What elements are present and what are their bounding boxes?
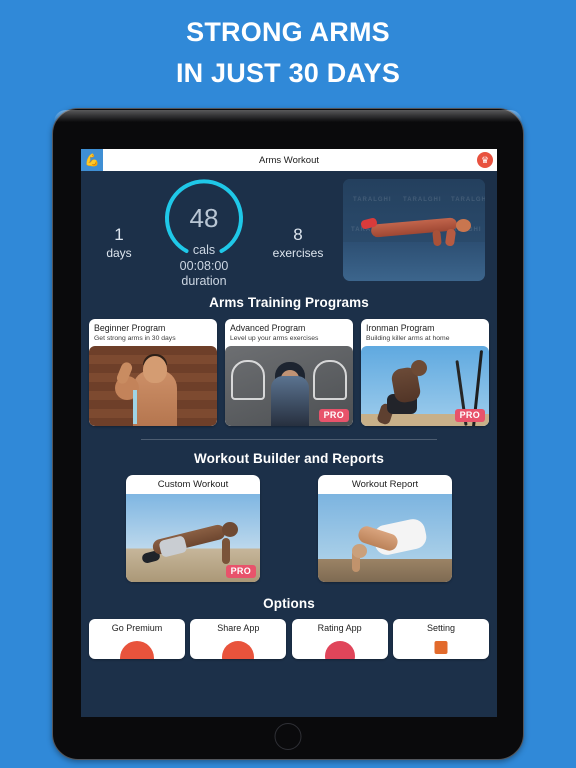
pro-badge: PRO: [225, 565, 256, 578]
tablet-screen: 💪 Arms Workout ♛ 1 days 48 cals 00:08:00…: [81, 149, 497, 717]
stat-days-value: 1: [114, 225, 124, 244]
app-title-bar: 💪 Arms Workout ♛: [81, 149, 497, 171]
programs-section-title: Arms Training Programs: [209, 295, 369, 310]
home-button[interactable]: [274, 723, 302, 750]
stat-exercises: 8 exercises: [255, 225, 341, 261]
hero-watermark: TARALGHI: [353, 197, 392, 203]
program-subtitle: Building killer arms at home: [366, 335, 450, 342]
hero-floor: [343, 242, 485, 281]
custom-workout-image: PRO: [126, 494, 260, 582]
options-card-row: Go Premium Share App Rating App Setting: [81, 619, 497, 659]
program-card-header: Advanced Program Level up your arms exer…: [225, 319, 353, 346]
option-label: Rating App: [317, 623, 362, 633]
program-image-beginner: [89, 346, 217, 426]
program-card-header: Ironman Program Building killer arms at …: [361, 319, 489, 346]
tablet-device-frame: 💪 Arms Workout ♛ 1 days 48 cals 00:08:00…: [52, 108, 524, 760]
app-title: Arms Workout: [258, 154, 319, 166]
flexed-biceps-icon[interactable]: 💪: [81, 149, 103, 171]
stat-exercises-label: exercises: [272, 246, 324, 260]
option-card-share-app[interactable]: Share App: [190, 619, 287, 659]
pro-badge: PRO: [454, 409, 485, 422]
hero-exercise-image[interactable]: TARALGHI TARALGHI TARALGHI TARALGHI TARA…: [343, 179, 485, 281]
section-divider: [141, 439, 437, 440]
program-card-ironman[interactable]: Ironman Program Building killer arms at …: [361, 319, 489, 426]
program-image-ironman: PRO: [361, 346, 489, 426]
stat-exercises-value: 8: [293, 225, 303, 244]
share-circle-icon: [222, 641, 255, 659]
program-card-beginner[interactable]: Beginner Program Get strong arms in 30 d…: [89, 319, 217, 426]
calories-value: 48: [189, 203, 219, 233]
builder-card-row: Custom Workout PRO Workout Report: [81, 475, 497, 582]
builder-card-workout-report[interactable]: Workout Report: [318, 475, 452, 582]
option-label: Go Premium: [111, 623, 163, 633]
calories-label: cals: [192, 243, 216, 257]
builder-section-title: Workout Builder and Reports: [194, 451, 384, 466]
program-card-advanced[interactable]: Advanced Program Level up your arms exer…: [225, 319, 353, 426]
option-card-setting[interactable]: Setting: [392, 619, 489, 659]
builder-card-title: Workout Report: [351, 479, 419, 490]
option-card-go-premium[interactable]: Go Premium: [89, 619, 185, 659]
workout-summary-stats: 1 days 48 cals 00:08:00 duration 8 exerc…: [81, 171, 497, 293]
program-title: Ironman Program: [366, 323, 435, 333]
workout-report-image: [318, 494, 452, 582]
crown-icon[interactable]: ♛: [477, 152, 493, 168]
duration-value: 00:08:00: [179, 258, 229, 273]
crown-circle-icon: [120, 641, 154, 659]
calories-duration-labels: cals 00:08:00 duration: [180, 243, 229, 290]
hero-watermark: TARALGHI: [451, 197, 485, 203]
stats-left-group: 1 days 48 cals 00:08:00 duration 8 exerc…: [81, 171, 327, 293]
builder-card-custom-workout[interactable]: Custom Workout PRO: [126, 475, 260, 582]
program-title: Beginner Program: [94, 323, 166, 333]
builder-card-title: Custom Workout: [157, 479, 229, 490]
option-card-rating-app[interactable]: Rating App: [291, 619, 388, 659]
star-circle-icon: [324, 641, 355, 659]
hero-watermark: TARALGHI: [403, 197, 442, 203]
headline-line-1: STRONG ARMS: [186, 17, 390, 47]
programs-card-row: Beginner Program Get strong arms in 30 d…: [81, 319, 497, 426]
stat-days: 1 days: [91, 225, 147, 261]
gear-square-icon: [434, 641, 448, 654]
promo-headline: STRONG ARMS IN JUST 30 DAYS: [0, 12, 576, 94]
hero-athlete-figure: [360, 217, 471, 247]
program-title: Advanced Program: [230, 323, 306, 333]
program-subtitle: Get strong arms in 30 days: [94, 335, 176, 342]
headline-line-2: IN JUST 30 DAYS: [175, 58, 401, 88]
pro-badge: PRO: [318, 409, 349, 422]
duration-label: duration: [181, 274, 227, 288]
option-label: Share App: [217, 623, 260, 633]
program-subtitle: Level up your arms exercises: [230, 335, 319, 342]
option-label: Setting: [426, 623, 455, 633]
stat-days-label: days: [106, 246, 132, 260]
program-image-advanced: PRO: [225, 346, 353, 426]
options-section-title: Options: [263, 596, 315, 611]
program-card-header: Beginner Program Get strong arms in 30 d…: [89, 319, 217, 346]
